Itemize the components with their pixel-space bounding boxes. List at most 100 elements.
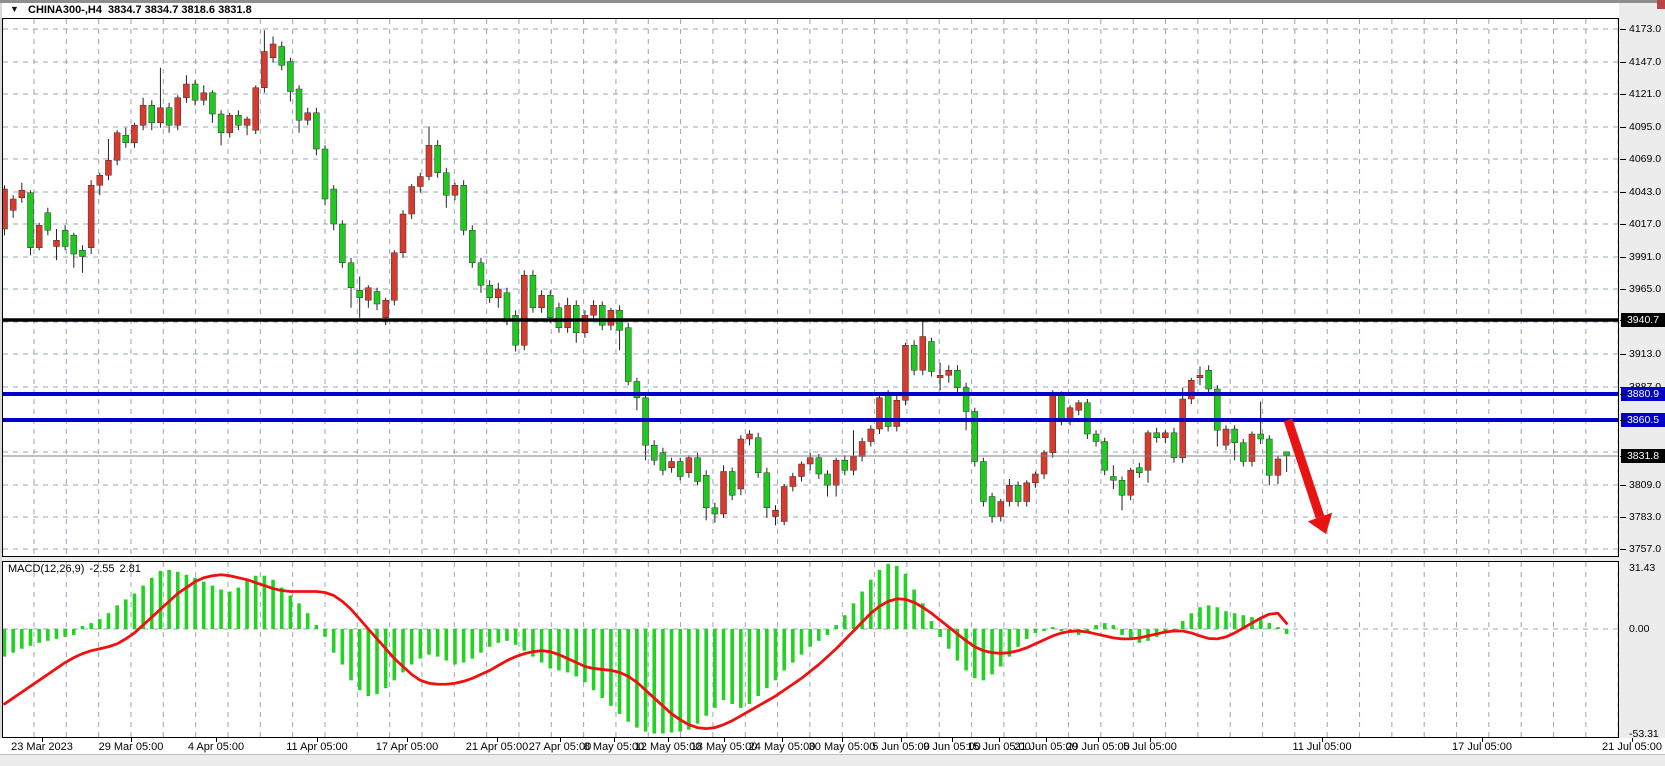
time-axis-label: 29 Mar 05:00 <box>99 741 164 753</box>
trend-arrow-shaft[interactable] <box>1288 420 1320 517</box>
bear-candle <box>1110 477 1116 481</box>
bear-candle <box>1206 370 1212 389</box>
bull-candle <box>97 175 103 185</box>
axis-tick <box>1620 517 1626 518</box>
time-axis-tick <box>42 738 43 742</box>
time-axis-label: 30 May 05:00 <box>809 741 876 753</box>
bear-candle <box>461 185 467 230</box>
time-axis-tick <box>317 738 318 742</box>
bear-candle <box>478 263 484 286</box>
bear-candle <box>989 497 995 517</box>
bear-candle <box>816 458 822 474</box>
time-axis-tick <box>1150 738 1151 742</box>
axis-tick <box>1620 29 1626 30</box>
time-axis-label: 5 Jul 05:00 <box>1123 741 1177 753</box>
time-axis-label: 11 Apr 05:00 <box>286 741 348 753</box>
bull-candle <box>88 185 94 248</box>
bear-candle <box>149 105 155 123</box>
bear-candle <box>71 235 77 254</box>
bear-candle <box>755 438 761 473</box>
bull-candle <box>1162 433 1168 438</box>
bull-candle <box>1128 470 1134 495</box>
bear-candle <box>980 462 986 502</box>
bull-candle <box>227 115 233 133</box>
bull-candle <box>833 460 839 485</box>
bear-candle <box>1119 480 1125 495</box>
bear-candle <box>1258 434 1264 439</box>
time-axis-label: 23 Mar 2023 <box>11 741 73 753</box>
axis-tick <box>1620 320 1626 321</box>
bear-candle <box>625 328 631 382</box>
time-axis-tick <box>560 738 561 742</box>
symbol-period-label: CHINA300-,H4 <box>28 4 102 16</box>
bull-candle <box>53 240 59 246</box>
bull-candle <box>868 429 874 442</box>
time-axis-tick <box>614 738 615 742</box>
bear-candle <box>443 173 449 196</box>
bull-candle <box>876 398 882 429</box>
bull-candle <box>157 108 163 123</box>
price-axis-label: 4017.0 <box>1629 218 1661 230</box>
time-axis-label: 18 May 05:00 <box>691 741 758 753</box>
price-axis[interactable]: 4173.04147.04121.04095.04069.04043.04017… <box>1620 0 1665 765</box>
bull-candle <box>998 502 1004 517</box>
price-axis-label: 3913.0 <box>1629 348 1661 360</box>
bear-candle <box>123 135 129 143</box>
time-axis-tick <box>901 738 902 742</box>
time-axis-label: 29 Jun 05:00 <box>1066 741 1130 753</box>
bull-candle <box>920 337 926 371</box>
axis-tick <box>1620 224 1626 225</box>
chart-border <box>3 19 1619 557</box>
time-axis-tick <box>842 738 843 742</box>
time-axis-label: 17 Apr 05:00 <box>376 741 438 753</box>
bear-candle <box>660 453 666 471</box>
chart-title: CHINA300-,H4 3834.7 3834.7 3818.6 3831.8 <box>28 4 258 16</box>
bear-candle <box>1232 429 1238 443</box>
bull-candle <box>400 214 406 253</box>
bull-candle <box>894 400 900 426</box>
price-axis-label: 4173.0 <box>1629 23 1661 35</box>
time-axis-tick <box>999 738 1000 742</box>
bear-candle <box>166 108 172 126</box>
time-axis-label: 27 Apr 05:00 <box>529 741 591 753</box>
bar-ohlc-values: 3834.7 3834.7 3818.6 3831.8 <box>108 4 252 16</box>
price-chart-area[interactable] <box>2 18 1619 557</box>
bear-candle <box>677 462 683 477</box>
price-axis-label: 3991.0 <box>1629 251 1661 263</box>
time-axis-label: 17 Jul 05:00 <box>1452 741 1512 753</box>
bear-candle <box>331 189 337 224</box>
time-axis-label: 24 May 05:00 <box>749 741 816 753</box>
macd-indicator-panel[interactable] <box>2 561 1619 738</box>
price-axis-label: 3809.0 <box>1629 479 1661 491</box>
bear-candle <box>209 93 215 114</box>
bull-candle <box>781 487 787 522</box>
bear-candle <box>322 149 328 199</box>
time-axis-tick <box>952 738 953 742</box>
bull-candle <box>1145 433 1151 471</box>
macd-main-value: -2.55 <box>89 563 114 575</box>
bull-candle <box>114 133 120 161</box>
bull-candle <box>937 375 943 378</box>
bear-candle <box>45 213 51 231</box>
bull-candle <box>305 113 311 121</box>
bull-candle <box>946 370 952 375</box>
symbol-dropdown-icon[interactable]: ▼ <box>10 4 19 14</box>
time-axis[interactable]: 23 Mar 202329 Mar 05:004 Apr 05:0011 Apr… <box>0 738 1665 754</box>
time-axis-label: 21 Jul 05:00 <box>1602 741 1662 753</box>
bull-candle <box>383 300 389 318</box>
bear-candle <box>729 472 735 496</box>
macd-border <box>3 562 1619 738</box>
bear-candle <box>911 345 917 370</box>
bull-candle <box>773 510 779 516</box>
time-axis-tick <box>497 738 498 742</box>
bear-candle <box>62 230 68 246</box>
bull-candle <box>1076 403 1082 411</box>
candlestick-plot <box>2 18 1619 557</box>
bull-candle <box>790 477 796 487</box>
price-level-badge: 3831.8 <box>1621 449 1665 463</box>
bull-candle <box>1188 380 1194 399</box>
bull-candle <box>798 464 804 477</box>
time-axis-label: 11 Jul 05:00 <box>1292 741 1351 753</box>
bear-candle <box>1136 468 1142 473</box>
axis-tick <box>1620 456 1626 457</box>
